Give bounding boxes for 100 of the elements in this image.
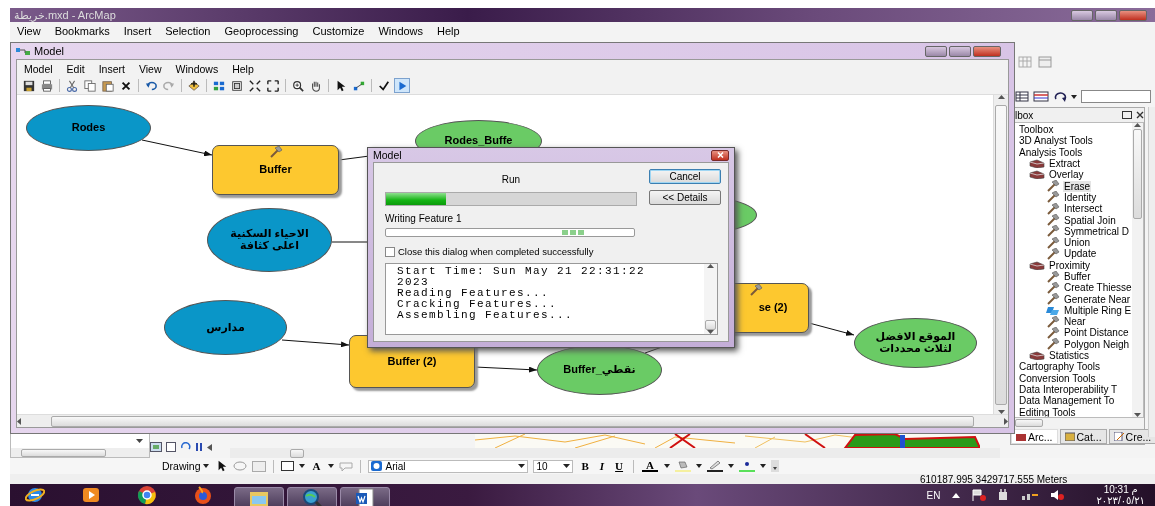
horizontal-scrollbar[interactable] — [11, 448, 149, 457]
output-data-node[interactable]: الموقع الافضل لثلاث محددات — [854, 318, 977, 368]
tree-item[interactable]: 3D Analyst Tools — [1018, 135, 1094, 147]
underline-button[interactable]: U — [612, 460, 627, 472]
scroll-thumb[interactable] — [1133, 129, 1142, 219]
menu-item[interactable]: Model — [17, 62, 60, 75]
minimize-button[interactable] — [925, 45, 947, 57]
cancel-button[interactable]: Cancel — [649, 169, 721, 184]
tree-item[interactable]: Symmetrical D — [1063, 225, 1130, 237]
tree-item[interactable]: Multiple Ring E — [1063, 304, 1132, 316]
tree-item[interactable]: Toolbox — [1018, 124, 1055, 136]
speaker-muted-icon[interactable] — [1050, 489, 1065, 501]
minimize-button[interactable] — [1071, 9, 1093, 21]
line-color-icon[interactable] — [707, 460, 724, 472]
vertical-scrollbar[interactable] — [704, 264, 717, 334]
maximize-button[interactable] — [949, 45, 971, 57]
menu-item[interactable]: Customize — [305, 25, 372, 37]
tab[interactable]: Cat... — [1059, 429, 1107, 444]
menu-item[interactable]: Windows — [371, 25, 431, 37]
toolbar-button[interactable] — [21, 78, 37, 93]
italic-button[interactable]: I — [596, 460, 608, 472]
tree-item[interactable]: Overlay — [1048, 169, 1085, 181]
toolbar-button[interactable] — [376, 78, 392, 93]
close-button[interactable] — [711, 149, 729, 161]
menu-item[interactable]: View — [10, 25, 48, 37]
tree-item[interactable]: Statistics — [1048, 350, 1090, 362]
language-indicator[interactable]: EN — [926, 489, 941, 501]
taskbar-button[interactable] — [287, 486, 337, 506]
tab[interactable]: Cre... — [1108, 429, 1155, 444]
tree-item[interactable]: Spatial Join — [1063, 214, 1117, 226]
menu-item[interactable]: Edit — [59, 62, 92, 75]
tree-item[interactable]: Extract — [1048, 158, 1082, 170]
menu-item[interactable]: View — [131, 62, 169, 75]
clock[interactable]: 10:31 م ٢٠٢٣/٠٥/٢١ — [1096, 484, 1145, 506]
drawing-menu[interactable]: Drawing — [160, 460, 211, 472]
input-data-node[interactable]: Rodes — [26, 105, 151, 151]
overflow-icon[interactable] — [771, 460, 780, 472]
toolbar-button[interactable] — [229, 78, 245, 93]
tree-item[interactable]: Union — [1063, 237, 1092, 249]
menu-item[interactable]: Geoprocessing — [217, 25, 306, 37]
menu-item[interactable]: Windows — [168, 62, 226, 75]
marker-color-icon[interactable] — [739, 460, 756, 472]
maximize-button[interactable] — [1095, 9, 1117, 21]
caret-icon[interactable] — [136, 438, 143, 443]
tree-item[interactable]: Polygon Neigh — [1063, 338, 1131, 350]
tree-item[interactable]: Near — [1063, 316, 1087, 328]
pause-icon[interactable] — [195, 443, 203, 451]
bold-button[interactable]: B — [578, 460, 592, 472]
data-view-icon[interactable] — [166, 442, 176, 452]
tree-item[interactable]: Generate Near — [1063, 293, 1132, 305]
tab[interactable]: Arc... — [1011, 429, 1058, 444]
tree-item[interactable]: Create Thiesse — [1063, 282, 1132, 294]
details-button[interactable]: << Details — [649, 190, 721, 205]
fill-color-icon[interactable] — [675, 460, 692, 472]
caret-icon[interactable] — [664, 464, 671, 468]
tree-item[interactable]: Point Distance — [1063, 327, 1130, 339]
toolbar-button[interactable] — [265, 78, 281, 93]
menu-item[interactable]: Bookmarks — [47, 25, 117, 37]
font-size-dropdown[interactable]: 10 — [533, 459, 574, 473]
tree-item[interactable]: Intersect — [1063, 203, 1104, 215]
toolbar-button[interactable] — [247, 78, 263, 93]
taskbar-button[interactable] — [340, 486, 390, 506]
arrow-left-icon[interactable] — [207, 443, 212, 451]
caret-icon[interactable] — [1071, 94, 1077, 99]
input-field[interactable] — [1081, 90, 1151, 103]
taskbar-button[interactable] — [234, 486, 284, 506]
font-color-button[interactable]: A — [641, 460, 660, 472]
text-tool-button[interactable]: A — [309, 460, 324, 472]
output-data-node[interactable]: نقطي_Buffer — [537, 345, 662, 395]
toolbar-button[interactable] — [290, 78, 306, 93]
caret-icon[interactable] — [696, 464, 703, 468]
toolbar-button[interactable] — [39, 78, 55, 93]
tree-item[interactable]: Editing Tools — [1018, 406, 1077, 417]
scroll-thumb[interactable] — [1015, 419, 1043, 427]
tree-item[interactable]: Data Interoperability T — [1018, 383, 1119, 395]
scroll-thumb[interactable] — [705, 320, 716, 330]
input-data-node[interactable]: مدارس — [164, 300, 287, 355]
rectangle-icon[interactable] — [280, 461, 294, 471]
caret-icon[interactable] — [298, 464, 305, 468]
tree-item[interactable]: Analysis Tools — [1018, 146, 1084, 158]
input-data-node[interactable]: الاحياء السكنية اعلى كثافة — [207, 208, 332, 272]
show-hidden-icons-icon[interactable] — [952, 492, 961, 498]
tree-item[interactable]: Cartography Tools — [1018, 361, 1101, 373]
checkbox[interactable] — [385, 246, 395, 257]
table-icon[interactable] — [1033, 91, 1049, 102]
menu-item[interactable]: Insert — [91, 62, 132, 75]
tree-item[interactable]: Buffer — [1063, 271, 1092, 282]
font-dropdown[interactable]: Arial — [368, 459, 529, 473]
caret-icon[interactable] — [760, 464, 767, 468]
tool-node[interactable]: Buffer — [212, 145, 339, 195]
toolbar-button[interactable] — [186, 78, 202, 93]
vertical-scrollbar[interactable] — [1132, 123, 1143, 417]
close-button[interactable] — [973, 45, 1001, 57]
scroll-thumb[interactable] — [290, 448, 304, 458]
refresh-icon[interactable] — [1053, 90, 1067, 103]
tree-item[interactable]: Proximity — [1048, 259, 1092, 271]
menu-item[interactable]: Help — [430, 25, 467, 37]
tree-item[interactable]: Erase — [1063, 180, 1092, 192]
menu-item[interactable]: Selection — [158, 25, 218, 37]
table-icon[interactable] — [1015, 91, 1029, 102]
